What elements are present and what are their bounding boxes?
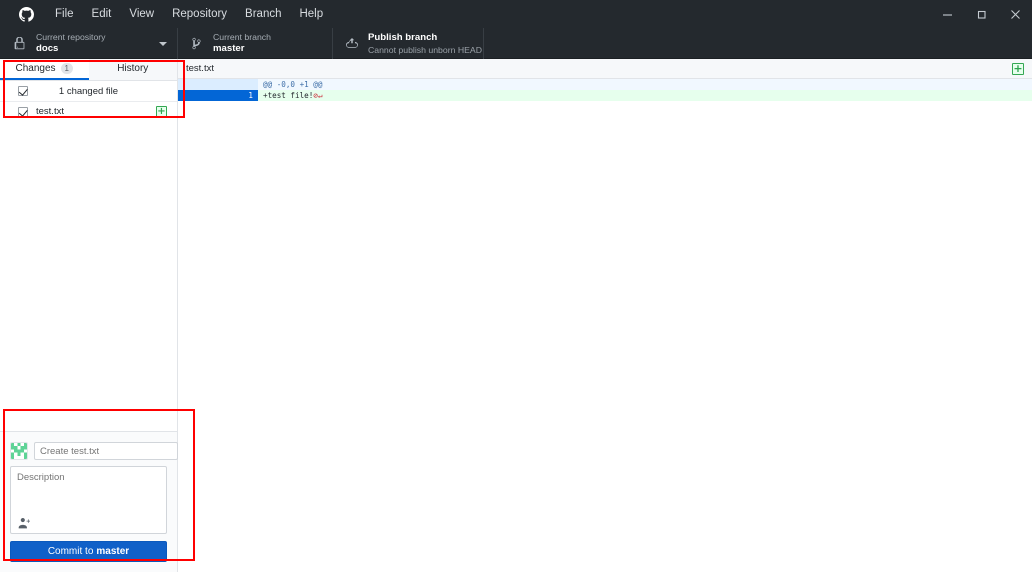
file-name: test.txt <box>36 106 156 117</box>
diff-body[interactable]: @@ -0,0 +1 @@ 1 +test file!⊘↵ <box>178 79 1032 572</box>
current-branch-text: Current branch master <box>213 32 271 55</box>
github-desktop-window: File Edit View Repository Branch Help <box>0 0 1032 572</box>
commit-button[interactable]: Commit to master <box>10 541 167 562</box>
window-controls <box>930 0 1032 28</box>
tab-changes-label: Changes <box>16 63 56 74</box>
diff-pane: test.txt + @@ -0,0 +1 @@ 1 +test file!⊘↵ <box>178 59 1032 572</box>
commit-summary-input[interactable] <box>34 442 178 460</box>
minimize-icon[interactable] <box>930 0 964 28</box>
toolbar: Current repository docs Current branch m… <box>0 28 1032 59</box>
diff-file-name: test.txt <box>186 63 214 74</box>
file-list-empty-space <box>0 122 177 431</box>
commit-panel: Commit to master <box>0 431 177 572</box>
current-repository-button[interactable]: Current repository docs <box>0 28 178 59</box>
commit-button-branch: master <box>96 546 129 557</box>
current-repository-value: docs <box>36 43 106 55</box>
diff-hunk-header-row[interactable]: @@ -0,0 +1 @@ <box>178 79 1032 90</box>
menu-edit[interactable]: Edit <box>83 0 121 28</box>
add-coauthor-icon[interactable] <box>17 518 30 529</box>
diff-new-line-number <box>218 79 258 90</box>
invisible-chars-marker: ⊘↵ <box>313 91 322 100</box>
diff-added-row[interactable]: 1 +test file!⊘↵ <box>178 90 1032 101</box>
menu-branch[interactable]: Branch <box>236 0 290 28</box>
tab-changes-badge: 1 <box>61 63 73 74</box>
tab-changes[interactable]: Changes 1 <box>0 59 89 80</box>
stage-all-plus-icon[interactable]: + <box>1012 63 1024 75</box>
menu-bar: File Edit View Repository Branch Help <box>46 0 332 28</box>
github-mark-icon <box>13 1 39 27</box>
cloud-upload-icon <box>344 38 359 50</box>
close-icon[interactable] <box>998 0 1032 28</box>
commit-description-input[interactable] <box>11 467 166 519</box>
list-item[interactable]: test.txt + <box>0 102 177 122</box>
current-branch-label: Current branch <box>213 32 271 43</box>
diff-old-line-number <box>178 79 218 90</box>
sidebar-tabs: Changes 1 History <box>0 59 177 81</box>
lock-icon <box>12 37 27 50</box>
select-all-checkbox[interactable] <box>18 86 28 96</box>
current-branch-button[interactable]: Current branch master <box>178 28 333 59</box>
tab-history-label: History <box>117 63 148 74</box>
publish-branch-status: Cannot publish unborn HEAD <box>368 44 482 56</box>
current-branch-value: master <box>213 43 271 55</box>
diff-header: test.txt + <box>178 59 1032 79</box>
diff-old-line-number <box>178 90 218 101</box>
file-include-checkbox[interactable] <box>18 107 28 117</box>
diff-hunk-text: @@ -0,0 +1 @@ <box>258 79 1032 90</box>
diff-new-line-number: 1 <box>218 90 258 101</box>
menu-help[interactable]: Help <box>290 0 332 28</box>
tab-history[interactable]: History <box>89 59 178 80</box>
diff-added-content: +test file! <box>263 91 313 100</box>
git-branch-icon <box>189 37 204 50</box>
current-repository-label: Current repository <box>36 32 106 43</box>
commit-button-prefix: Commit to <box>48 546 94 557</box>
title-bar: File Edit View Repository Branch Help <box>0 0 1032 28</box>
chevron-down-icon <box>159 42 167 46</box>
diff-added-text: +test file!⊘↵ <box>258 90 1032 101</box>
current-repository-text: Current repository docs <box>36 32 106 55</box>
commit-summary-row <box>10 442 167 460</box>
changed-files-summary-row[interactable]: 1 changed file <box>0 81 177 102</box>
menu-view[interactable]: View <box>120 0 163 28</box>
commit-description-box <box>10 466 167 534</box>
publish-branch-text: Publish branch Cannot publish unborn HEA… <box>368 32 482 56</box>
menu-file[interactable]: File <box>46 0 83 28</box>
identicon-avatar <box>10 442 28 460</box>
new-file-status-icon: + <box>156 106 167 117</box>
main-content: Changes 1 History 1 changed file test.tx… <box>0 59 1032 572</box>
changes-sidebar: Changes 1 History 1 changed file test.tx… <box>0 59 178 572</box>
maximize-restore-icon[interactable] <box>964 0 998 28</box>
menu-repository[interactable]: Repository <box>163 0 236 28</box>
publish-branch-label: Publish branch <box>368 32 482 44</box>
publish-branch-button[interactable]: Publish branch Cannot publish unborn HEA… <box>333 28 484 59</box>
